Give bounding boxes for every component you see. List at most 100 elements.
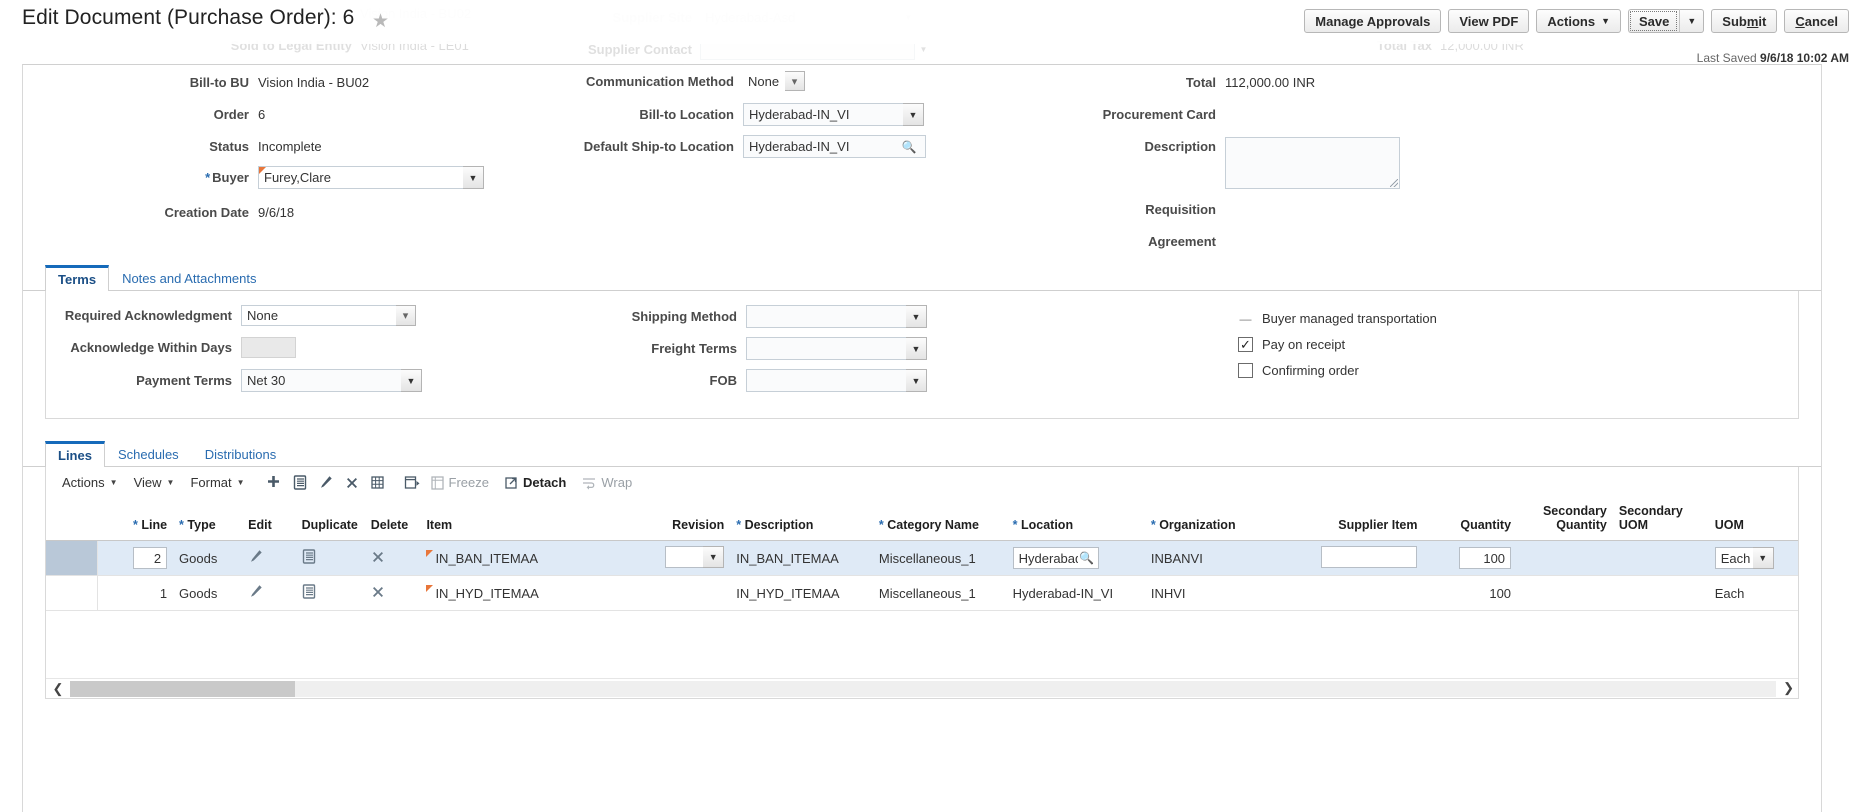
view-pdf-button[interactable]: View PDF bbox=[1448, 9, 1530, 33]
freight-terms-dropdown-button[interactable]: ▼ bbox=[906, 337, 927, 360]
edit-pencil-icon[interactable] bbox=[313, 472, 339, 494]
location-lov-input[interactable]: Hyderabad-I 🔍 bbox=[1012, 547, 1099, 569]
cell-uom[interactable]: Each ▼ bbox=[1708, 540, 1798, 576]
export-icon[interactable] bbox=[399, 472, 425, 494]
lines-actions-menu[interactable]: Actions ▼ bbox=[62, 475, 118, 490]
tab-lines[interactable]: Lines bbox=[45, 441, 105, 467]
resize-handle-icon[interactable] bbox=[1390, 179, 1398, 187]
manage-approvals-button[interactable]: Manage Approvals bbox=[1304, 9, 1442, 33]
search-icon[interactable]: 🔍 bbox=[1078, 551, 1096, 565]
cell-location[interactable]: Hyderabad-I 🔍 bbox=[1006, 540, 1145, 576]
column-header-category-name[interactable]: * Category Name bbox=[872, 498, 1007, 541]
checkbox-row-confirming-order[interactable]: Confirming order bbox=[1238, 363, 1437, 378]
column-header-delete[interactable]: Delete bbox=[364, 498, 421, 541]
duplicate-icon[interactable] bbox=[287, 472, 313, 494]
payment-terms-dropdown-button[interactable]: ▼ bbox=[401, 369, 422, 392]
required-acknowledgment-select[interactable]: None ▾ bbox=[241, 305, 416, 326]
submit-button[interactable]: Sub m it bbox=[1711, 9, 1778, 33]
buyer-combobox[interactable]: Furey,Clare ▼ bbox=[258, 166, 484, 189]
required-acknowledgment-dropdown-button[interactable]: ▾ bbox=[396, 305, 416, 326]
communication-method-dropdown-button[interactable]: ▾ bbox=[785, 71, 805, 91]
fob-dropdown-button[interactable]: ▼ bbox=[906, 369, 927, 392]
bill-to-location-input[interactable]: Hyderabad-IN_VI bbox=[743, 103, 903, 126]
split-line-icon[interactable] bbox=[365, 472, 391, 494]
tab-distributions[interactable]: Distributions bbox=[192, 441, 290, 466]
cell-duplicate[interactable] bbox=[295, 540, 365, 576]
buyer-dropdown-button[interactable]: ▼ bbox=[463, 166, 484, 189]
cell-line[interactable]: 2 bbox=[97, 540, 174, 576]
delete-x-icon[interactable] bbox=[339, 472, 365, 494]
buyer-input[interactable]: Furey,Clare bbox=[258, 166, 463, 189]
tab-schedules[interactable]: Schedules bbox=[105, 441, 192, 466]
quantity-input[interactable]: 100 bbox=[1459, 547, 1512, 569]
uom-input[interactable]: Each bbox=[1714, 547, 1753, 569]
lines-horizontal-scrollbar[interactable]: ❮ ❯ bbox=[46, 678, 1798, 698]
fob-combobox[interactable]: ▼ bbox=[746, 369, 927, 392]
column-header-type[interactable]: * Type bbox=[173, 498, 243, 541]
freight-terms-input[interactable] bbox=[746, 337, 906, 360]
detach-button[interactable]: Detach bbox=[505, 475, 566, 490]
column-header-line[interactable]: * Line bbox=[97, 498, 174, 541]
column-header-uom[interactable]: UOM bbox=[1708, 498, 1798, 541]
save-button[interactable]: Save bbox=[1627, 9, 1680, 33]
column-header-location[interactable]: * Location bbox=[1006, 498, 1145, 541]
column-header-secondary-quantity[interactable]: Secondary Quantity bbox=[1517, 498, 1613, 541]
add-icon[interactable] bbox=[261, 472, 287, 494]
bill-to-location-dropdown-button[interactable]: ▼ bbox=[903, 103, 924, 126]
communication-method-select[interactable]: None ▾ bbox=[743, 71, 805, 92]
lines-format-menu[interactable]: Format ▼ bbox=[190, 475, 244, 490]
scrollbar-thumb[interactable] bbox=[70, 680, 295, 697]
cell-delete[interactable] bbox=[364, 575, 421, 611]
scroll-right-arrow-icon[interactable]: ❯ bbox=[1783, 680, 1794, 696]
lines-view-menu[interactable]: View ▼ bbox=[134, 475, 175, 490]
favorite-star-icon[interactable]: ★ bbox=[372, 12, 392, 32]
payment-terms-combobox[interactable]: Net 30 ▼ bbox=[241, 369, 422, 392]
description-textarea[interactable] bbox=[1225, 137, 1400, 189]
shipping-method-dropdown-button[interactable]: ▼ bbox=[906, 305, 927, 328]
shipping-method-input[interactable] bbox=[746, 305, 906, 328]
cell-duplicate[interactable] bbox=[295, 575, 365, 611]
cell-quantity[interactable]: 100 bbox=[1423, 540, 1518, 576]
default-ship-to-location-input[interactable]: Hyderabad-IN_VI 🔍 bbox=[743, 135, 926, 158]
bill-to-location-combobox[interactable]: Hyderabad-IN_VI ▼ bbox=[743, 103, 924, 126]
column-header-revision[interactable]: Revision bbox=[585, 498, 731, 541]
cell-supplier-item[interactable] bbox=[1289, 540, 1424, 576]
search-icon[interactable]: 🔍 bbox=[898, 140, 920, 154]
uom-dropdown-button[interactable]: ▼ bbox=[1752, 547, 1774, 569]
column-header-secondary-uom[interactable]: Secondary UOM bbox=[1612, 498, 1709, 541]
fob-input[interactable] bbox=[746, 369, 906, 392]
cell-edit[interactable] bbox=[242, 540, 296, 576]
line-number-input[interactable]: 2 bbox=[133, 547, 168, 569]
actions-menu-button[interactable]: Actions ▼ bbox=[1536, 9, 1621, 33]
scroll-left-arrow-icon[interactable]: ❮ bbox=[46, 680, 70, 698]
tab-notes-and-attachments[interactable]: Notes and Attachments bbox=[109, 265, 269, 290]
column-header-item[interactable]: Item bbox=[420, 498, 586, 541]
freight-terms-combobox[interactable]: ▼ bbox=[746, 337, 927, 360]
checkbox-row-pay-on-receipt[interactable]: ✓ Pay on receipt bbox=[1238, 337, 1437, 352]
column-header-edit[interactable]: Edit bbox=[242, 498, 296, 541]
row-select-handle[interactable] bbox=[46, 540, 98, 576]
confirming-order-checkbox[interactable] bbox=[1238, 363, 1253, 378]
cell-revision[interactable]: ▼ bbox=[585, 540, 731, 576]
column-header-organization[interactable]: * Organization bbox=[1144, 498, 1290, 541]
table-row[interactable]: 2 Goods IN_BAN_ITEMAA ▼ IN_BAN_ITEMAA Mi… bbox=[46, 540, 1798, 576]
table-row[interactable]: 1 Goods IN_HYD_ITEMAA IN_HYD_ITEMAA Misc… bbox=[46, 575, 1798, 611]
cell-edit[interactable] bbox=[242, 575, 296, 611]
payment-terms-input[interactable]: Net 30 bbox=[241, 369, 401, 392]
row-select-handle[interactable] bbox=[46, 575, 98, 611]
uom-combobox[interactable]: Each ▼ bbox=[1714, 547, 1774, 569]
checkbox-row-buyer-managed-transportation[interactable]: Buyer managed transportation bbox=[1238, 311, 1437, 326]
cell-delete[interactable] bbox=[364, 540, 421, 576]
supplier-item-input[interactable] bbox=[1321, 545, 1418, 568]
column-header-description[interactable]: * Description bbox=[730, 498, 873, 541]
shipping-method-combobox[interactable]: ▼ bbox=[746, 305, 927, 328]
scrollbar-track[interactable] bbox=[70, 680, 1776, 697]
column-header-supplier-item[interactable]: Supplier Item bbox=[1289, 498, 1424, 541]
pay-on-receipt-checkbox[interactable]: ✓ bbox=[1238, 337, 1253, 352]
cancel-button[interactable]: Cancel bbox=[1784, 9, 1849, 33]
column-header-quantity[interactable]: Quantity bbox=[1423, 498, 1518, 541]
revision-combobox[interactable]: ▼ bbox=[665, 545, 725, 568]
save-dropdown-button[interactable]: ▼ bbox=[1679, 9, 1705, 33]
tab-terms[interactable]: Terms bbox=[45, 265, 110, 291]
revision-dropdown-button[interactable]: ▼ bbox=[703, 545, 725, 568]
